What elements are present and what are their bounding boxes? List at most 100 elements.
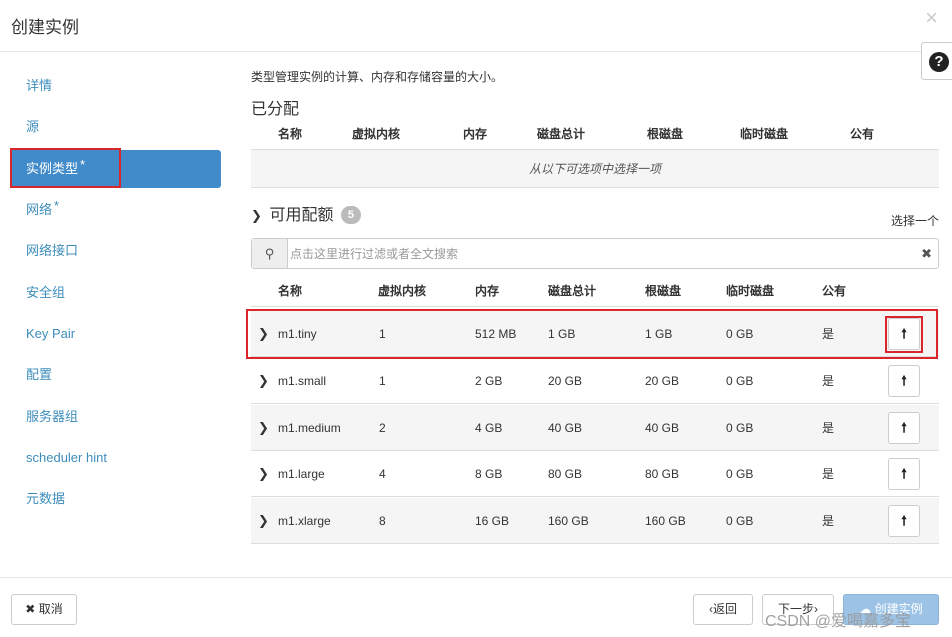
column-header: 虚拟内核 [378, 284, 427, 298]
available-title: 可用配额 [269, 207, 334, 224]
cell-ram: 16 GB [475, 514, 510, 528]
table-row: ❯ m1.tiny 1 512 MB 1 GB 1 GB 0 GB 是 🠕 [251, 311, 939, 357]
column-header: 名称 [278, 127, 303, 141]
cell-total-disk: 160 GB [548, 514, 589, 528]
help-button[interactable]: ? [921, 42, 952, 80]
flavor-description: 类型管理实例的计算、内存和存储容量的大小。 [251, 70, 504, 84]
allocate-button[interactable]: 🠕 [888, 458, 920, 490]
expand-chevron-icon[interactable]: ❯ [258, 311, 269, 357]
table-row: ❯ m1.xlarge 8 16 GB 160 GB 160 GB 0 GB 是… [251, 498, 939, 544]
sidebar-item-flavor[interactable]: 实例类型 * [10, 150, 221, 188]
required-marker: * [80, 157, 86, 172]
allocate-button[interactable]: 🠕 [888, 412, 920, 444]
arrow-up-icon: 🠕 [901, 373, 907, 388]
sidebar-item-label: 实例类型 [26, 161, 79, 176]
search-input[interactable] [290, 241, 890, 266]
allocate-button[interactable]: 🠕 [888, 318, 920, 350]
cell-public: 是 [822, 467, 835, 481]
sidebar-item-label: 配置 [26, 367, 53, 382]
column-header: 公有 [822, 284, 847, 298]
sidebar-item-label: 安全组 [26, 285, 66, 300]
expand-chevron-icon[interactable]: ❯ [258, 498, 269, 544]
sidebar-item-label: 网络 [26, 202, 53, 217]
question-circle-icon: ? [929, 52, 949, 72]
cell-ram: 4 GB [475, 421, 503, 435]
expand-chevron-icon[interactable]: ❯ [258, 358, 269, 404]
column-header: 根磁盘 [645, 284, 682, 298]
select-one-hint: 选择一个 [890, 214, 939, 228]
expand-chevron-icon[interactable]: ❯ [258, 405, 269, 451]
expand-chevron-icon[interactable]: ❯ [258, 451, 269, 497]
column-header: 临时磁盘 [726, 284, 775, 298]
clear-search-icon[interactable]: ✖ [921, 239, 932, 268]
sidebar-item-details[interactable]: 详情 [10, 67, 221, 105]
cell-total-disk: 20 GB [548, 374, 583, 388]
filter-search: ⚲ ✖ [251, 238, 939, 269]
sidebar-item-label: 网络接口 [26, 243, 79, 258]
cell-total-disk: 40 GB [548, 421, 583, 435]
cell-root-disk: 1 GB [645, 327, 673, 341]
sidebar-item-label: Key Pair [26, 326, 76, 341]
cancel-button[interactable]: ✖ 取消 [11, 594, 77, 625]
sidebar-item-label: 详情 [26, 78, 53, 93]
search-icon: ⚲ [252, 239, 288, 268]
cell-vcpus: 1 [379, 327, 386, 341]
table-row: ❯ m1.small 1 2 GB 20 GB 20 GB 0 GB 是 🠕 [251, 358, 939, 404]
sidebar-item-server-groups[interactable]: 服务器组 [10, 398, 221, 436]
sidebar-item-metadata[interactable]: 元数据 [10, 480, 221, 518]
cell-name: m1.xlarge [278, 514, 331, 528]
sidebar-item-source[interactable]: 源 [10, 108, 221, 146]
cell-public: 是 [822, 374, 835, 388]
cell-ephemeral-disk: 0 GB [726, 514, 754, 528]
cell-name: m1.large [278, 467, 325, 481]
arrow-up-icon: 🠕 [901, 513, 907, 528]
sidebar-item-networks[interactable]: 网络 * [10, 191, 221, 229]
cell-ephemeral-disk: 0 GB [726, 421, 754, 435]
cell-root-disk: 40 GB [645, 421, 680, 435]
back-button[interactable]: ‹返回 [693, 594, 753, 625]
cell-name: m1.tiny [278, 327, 317, 341]
column-header: 磁盘总计 [537, 127, 586, 141]
cell-total-disk: 1 GB [548, 327, 576, 341]
cell-vcpus: 1 [379, 374, 386, 388]
arrow-up-icon: 🠕 [901, 326, 907, 341]
sidebar-item-security-groups[interactable]: 安全组 [10, 274, 221, 312]
cancel-label: 取消 [38, 602, 63, 616]
cell-ram: 8 GB [475, 467, 503, 481]
sidebar-item-network-ports[interactable]: 网络接口 [10, 232, 221, 270]
cell-ram: 2 GB [475, 374, 503, 388]
cell-ephemeral-disk: 0 GB [726, 467, 754, 481]
allocate-button[interactable]: 🠕 [888, 365, 920, 397]
close-icon[interactable]: × [925, 6, 938, 30]
allocated-empty-message: 从以下可选项中选择一项 [251, 150, 939, 188]
column-header: 临时磁盘 [740, 127, 789, 141]
cell-vcpus: 2 [379, 421, 386, 435]
available-count-badge: 5 [340, 206, 361, 224]
cell-ephemeral-disk: 0 GB [726, 374, 754, 388]
cell-root-disk: 80 GB [645, 467, 680, 481]
column-header: 根磁盘 [647, 127, 684, 141]
dialog-header: 创建实例 × [0, 0, 952, 52]
sidebar-item-label: 源 [26, 119, 40, 134]
required-marker: * [54, 198, 60, 213]
table-row: ❯ m1.large 4 8 GB 80 GB 80 GB 0 GB 是 🠕 [251, 451, 939, 497]
arrow-up-icon: 🠕 [901, 466, 907, 481]
sidebar-item-key-pair[interactable]: Key Pair [10, 315, 221, 353]
available-toggle[interactable]: ❯ 可用配额 5 [251, 204, 361, 228]
column-header: 磁盘总计 [548, 284, 597, 298]
column-header: 虚拟内核 [352, 127, 401, 141]
watermark: CSDN @爱喝嘉多宝 [765, 613, 912, 630]
column-header: 公有 [850, 127, 875, 141]
sidebar-item-configuration[interactable]: 配置 [10, 356, 221, 394]
cell-ephemeral-disk: 0 GB [726, 327, 754, 341]
arrow-up-icon: 🠕 [901, 420, 907, 435]
column-header: 内存 [463, 127, 488, 141]
cell-root-disk: 160 GB [645, 514, 686, 528]
available-table-header: 名称 虚拟内核 内存 磁盘总计 根磁盘 临时磁盘 公有 [251, 275, 939, 307]
allocate-button[interactable]: 🠕 [888, 505, 920, 537]
cell-vcpus: 8 [379, 514, 386, 528]
column-header: 名称 [278, 284, 303, 298]
cell-total-disk: 80 GB [548, 467, 583, 481]
sidebar-item-scheduler-hint[interactable]: scheduler hint [10, 439, 221, 477]
cell-name: m1.medium [278, 421, 341, 435]
